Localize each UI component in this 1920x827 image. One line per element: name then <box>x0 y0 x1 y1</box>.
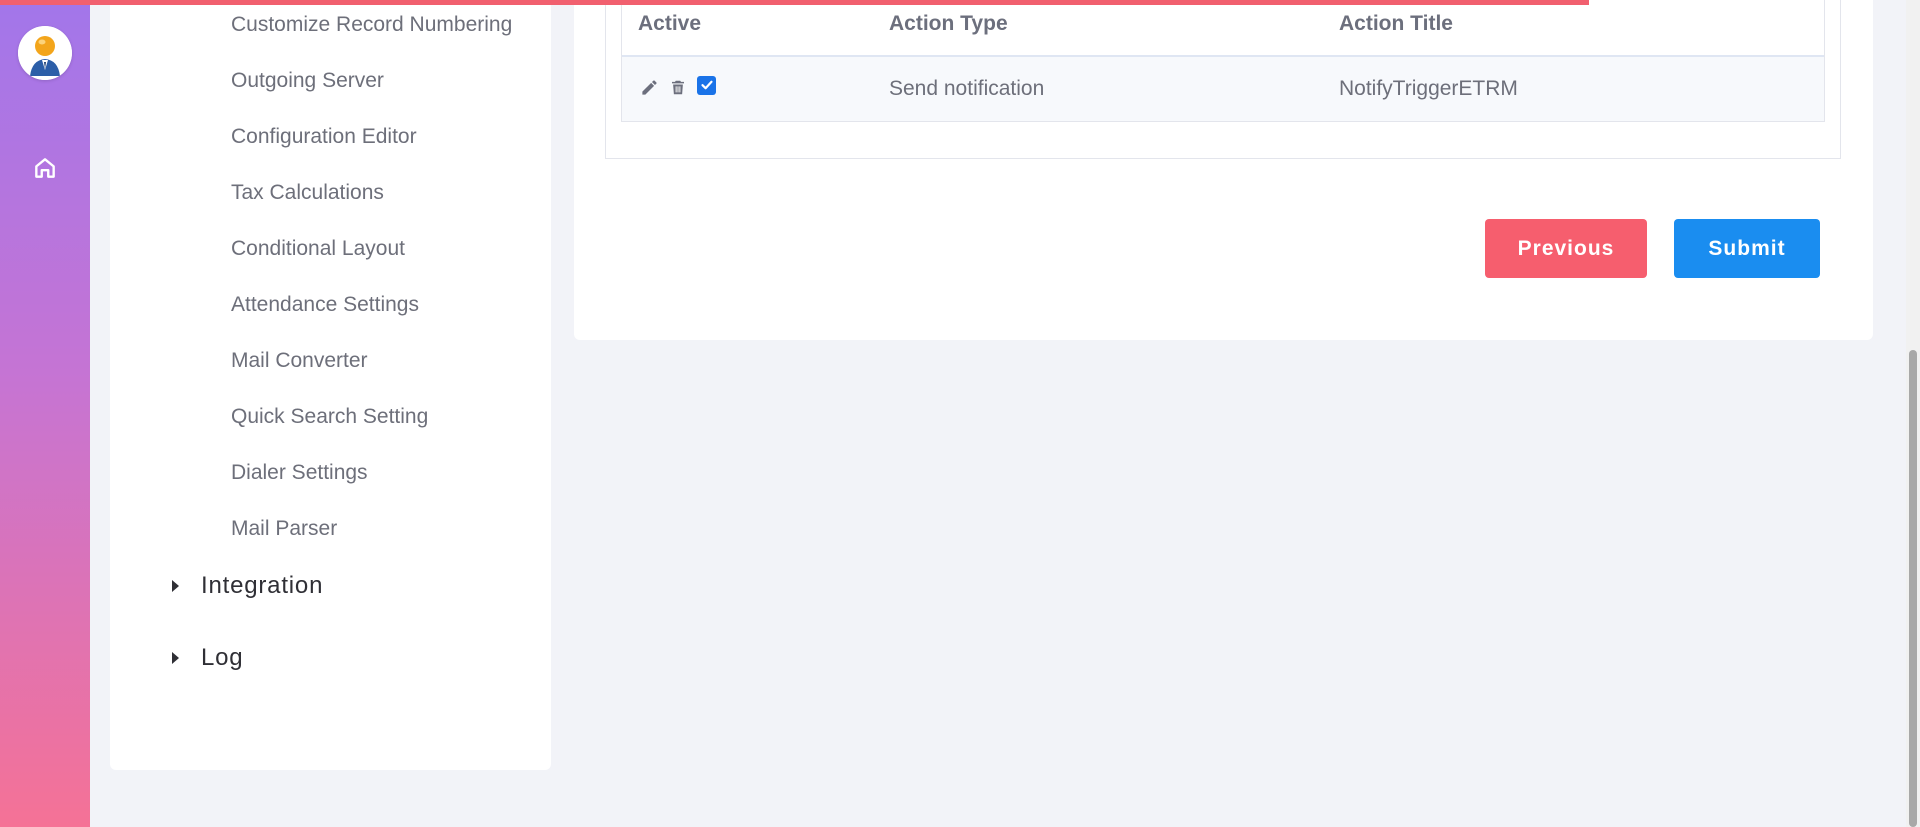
submit-button[interactable]: Submit <box>1674 219 1820 278</box>
scrollbar-thumb[interactable] <box>1909 350 1917 827</box>
left-rail <box>0 0 90 827</box>
menu-item-quick-search-setting[interactable]: Quick Search Setting <box>231 405 428 429</box>
actions-container: Active Action Type Action Title Send not… <box>605 0 1841 159</box>
column-header-action-title: Action Title <box>1339 12 1453 35</box>
workflow-actions-card: Active Action Type Action Title Send not… <box>574 0 1873 340</box>
caret-right-icon <box>170 578 186 594</box>
section-log[interactable]: Log <box>170 644 243 672</box>
cell-action-title: NotifyTriggerETRM <box>1339 77 1518 100</box>
pencil-icon[interactable] <box>638 76 660 98</box>
settings-navigation-panel: Customize Record Numbering Outgoing Serv… <box>110 0 551 770</box>
menu-item-mail-parser[interactable]: Mail Parser <box>231 517 337 541</box>
menu-item-dialer-settings[interactable]: Dialer Settings <box>231 461 368 485</box>
actions-table: Active Action Type Action Title Send not… <box>621 0 1825 122</box>
section-label: Log <box>201 644 244 671</box>
menu-item-conditional-layout[interactable]: Conditional Layout <box>231 237 405 261</box>
row-actions <box>638 75 716 98</box>
menu-item-attendance-settings[interactable]: Attendance Settings <box>231 293 419 317</box>
menu-item-tax-calculations[interactable]: Tax Calculations <box>231 181 384 205</box>
table-header: Active Action Type Action Title <box>622 0 1824 57</box>
caret-right-icon <box>170 650 186 666</box>
table-row: Send notification NotifyTriggerETRM <box>622 57 1824 121</box>
cell-action-type: Send notification <box>889 77 1045 100</box>
previous-button[interactable]: Previous <box>1485 219 1647 278</box>
active-checkbox[interactable] <box>697 75 716 95</box>
menu-item-customize-record-numbering[interactable]: Customize Record Numbering <box>231 13 512 37</box>
column-header-active: Active <box>638 12 702 35</box>
menu-item-outgoing-server[interactable]: Outgoing Server <box>231 69 384 93</box>
menu-item-configuration-editor[interactable]: Configuration Editor <box>231 125 417 149</box>
user-avatar-icon[interactable] <box>18 26 72 80</box>
menu-item-mail-converter[interactable]: Mail Converter <box>231 349 368 373</box>
page-load-progress-bar <box>0 0 1589 5</box>
page-scrollbar[interactable] <box>1906 0 1920 827</box>
trash-icon[interactable] <box>667 76 689 98</box>
section-integration[interactable]: Integration <box>170 572 323 600</box>
column-header-action-type: Action Type <box>889 12 1008 35</box>
section-label: Integration <box>201 572 324 599</box>
home-icon[interactable] <box>31 154 59 182</box>
